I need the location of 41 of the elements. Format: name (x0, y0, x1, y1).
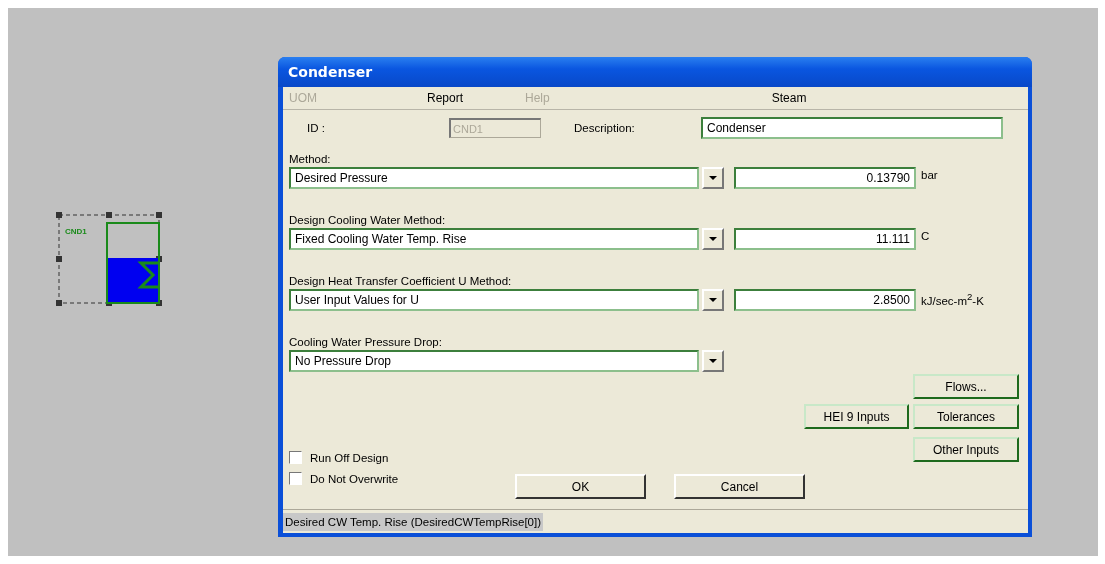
caret-icon (709, 298, 717, 302)
dialog-button[interactable]: OK (515, 474, 646, 499)
checkbox-label: Do Not Overwrite (310, 472, 399, 485)
dropdown-button[interactable] (702, 350, 724, 372)
condenser-block-drawing[interactable] (55, 211, 165, 307)
method-dropdown[interactable]: User Input Values for U (289, 289, 699, 311)
dialog-button[interactable]: Cancel (674, 474, 805, 499)
hei-inputs-button[interactable]: HEI 9 Inputs (804, 404, 909, 429)
id-label: ID : (307, 122, 326, 134)
other-inputs-button[interactable]: Other Inputs (913, 437, 1019, 462)
method-dropdown[interactable]: Fixed Cooling Water Temp. Rise (289, 228, 699, 250)
field-label: Cooling Water Pressure Drop: (289, 336, 442, 348)
unit-label: kJ/sec-m$^{2}$-K (921, 291, 984, 307)
value-field[interactable]: 0.13790 (734, 167, 916, 189)
checkbox-label: Run Off Design (310, 451, 389, 464)
status-text: Desired CW Temp. Rise (DesiredCWTempRise[0]) (283, 512, 544, 531)
value-field[interactable]: 11.111 (734, 228, 916, 250)
flows-button[interactable]: Flows... (913, 374, 1019, 399)
description-field[interactable]: Condenser (701, 117, 1003, 139)
unit-label: C (921, 230, 930, 242)
checkbox[interactable] (289, 472, 302, 485)
window-title: Condenser (288, 64, 373, 80)
dropdown-button[interactable] (702, 289, 724, 311)
tolerances-button[interactable]: Tolerances (913, 404, 1019, 429)
block-tag: CND1 (65, 227, 87, 236)
dropdown-button[interactable] (702, 167, 724, 189)
method-dropdown[interactable]: Desired Pressure (289, 167, 699, 189)
menu-item[interactable]: Report (427, 91, 464, 105)
method-dropdown[interactable]: No Pressure Drop (289, 350, 699, 372)
dropdown-button[interactable] (702, 228, 724, 250)
field-label: Design Cooling Water Method: (289, 214, 446, 226)
description-label: Description: (574, 122, 636, 134)
value-field[interactable]: 2.8500 (734, 289, 916, 311)
field-label: Method: (289, 153, 331, 165)
caret-icon (709, 359, 717, 363)
menu-item[interactable]: Steam (771, 91, 807, 105)
caret-icon (709, 176, 717, 180)
checkbox[interactable] (289, 451, 302, 464)
caret-icon (709, 237, 717, 241)
field-label: Design Heat Transfer Coefficient U Method: (289, 275, 512, 287)
unit-label: bar (921, 169, 938, 181)
